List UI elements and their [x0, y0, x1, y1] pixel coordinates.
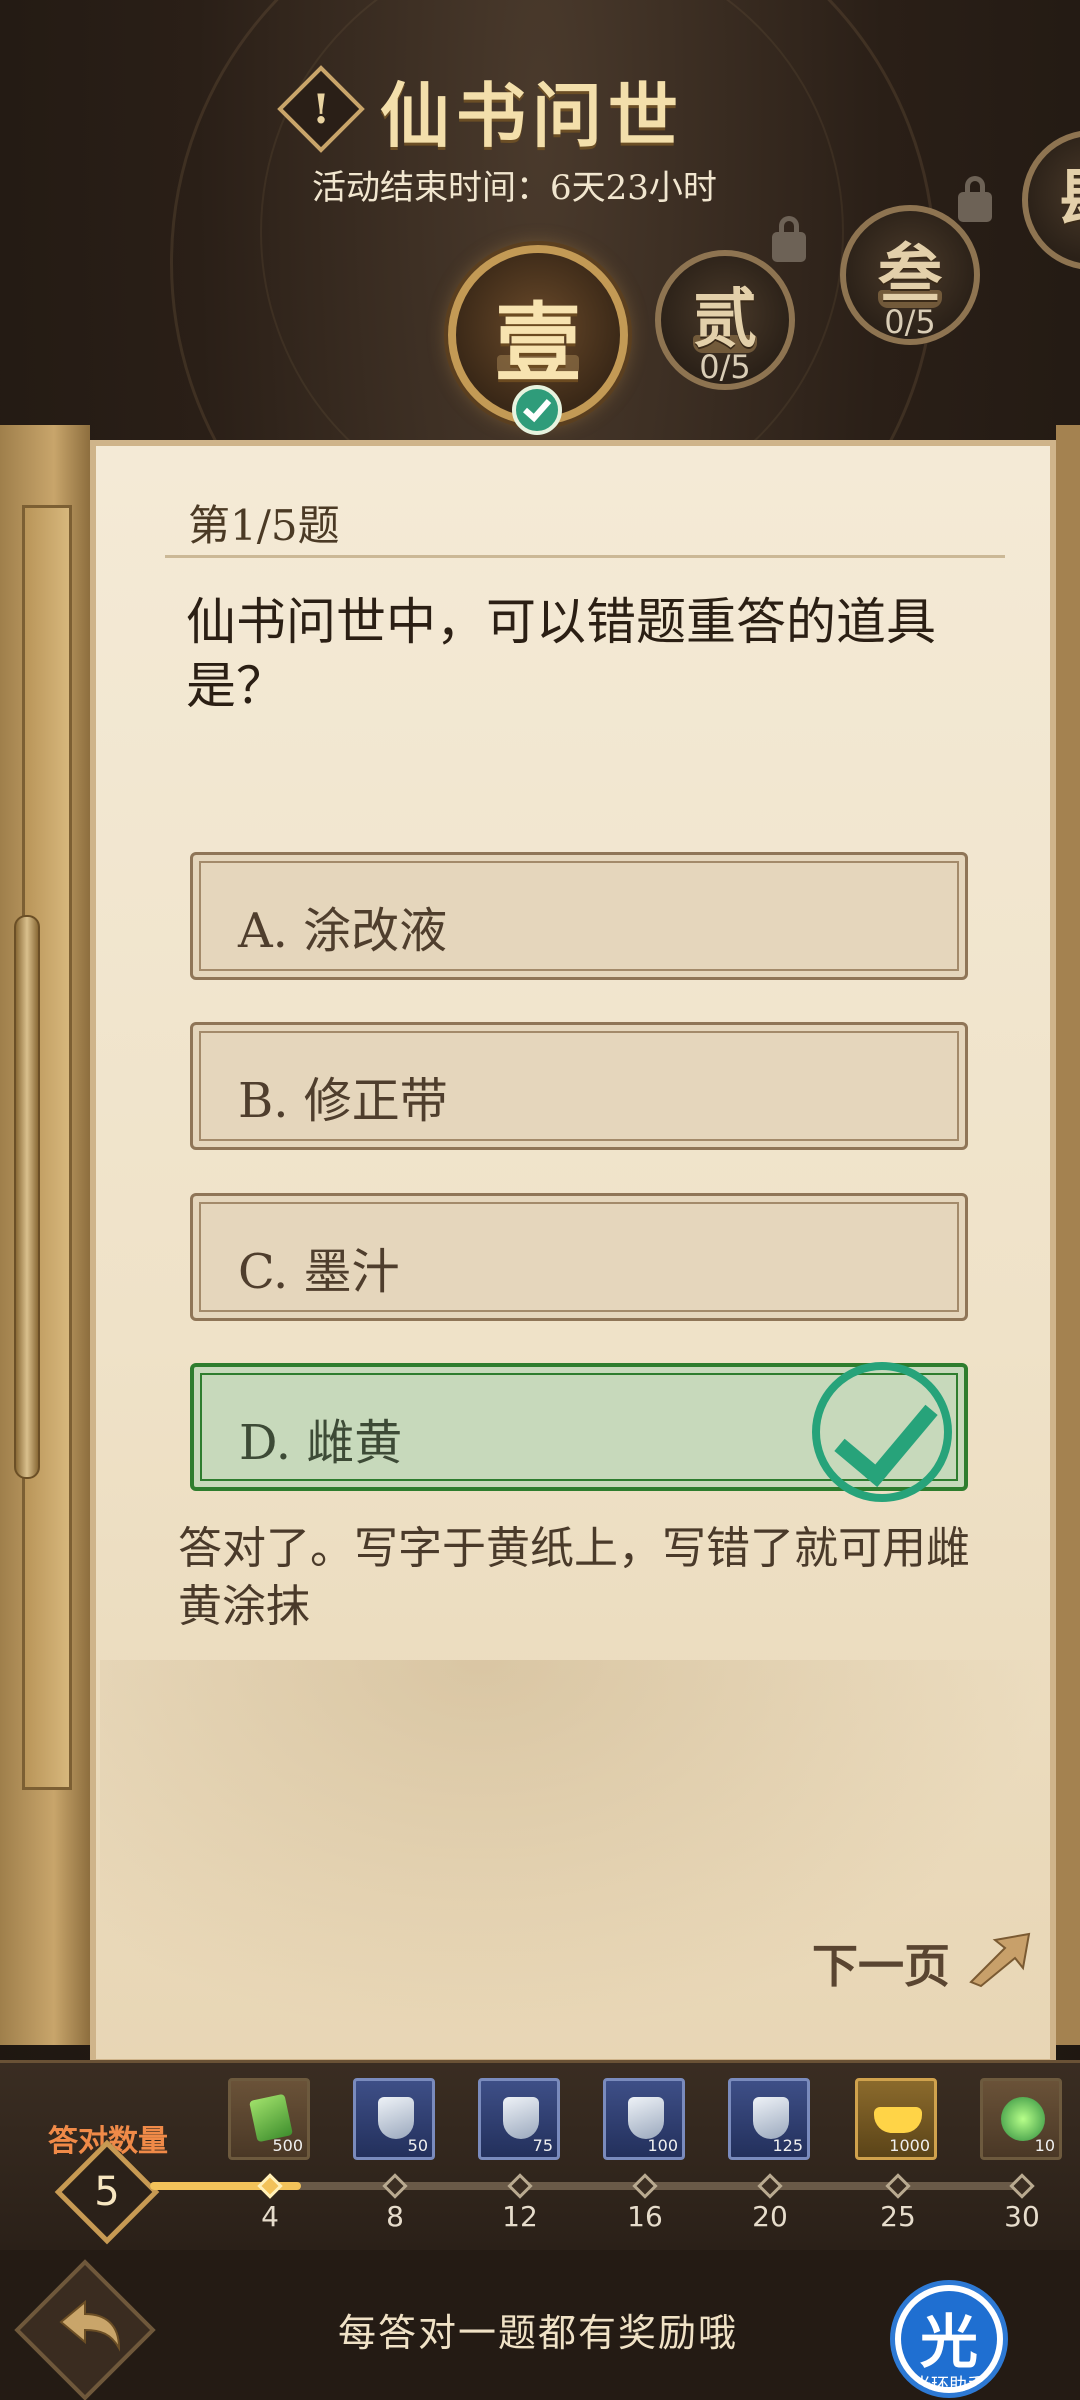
info-icon-glyph: ! — [312, 85, 330, 133]
milestone-label: 20 — [752, 2200, 788, 2233]
right-rail-decoration — [1056, 425, 1080, 2045]
lock-icon — [772, 216, 806, 262]
question-text: 仙书问世中，可以错题重答的道具是？ — [186, 593, 936, 715]
event-end-time: 活动结束时间：6天23小时 — [312, 168, 717, 208]
milestone-label: 4 — [261, 2200, 279, 2233]
quiz-screen: ! 仙书问世 活动结束时间：6天23小时 壹 贰 0/5 叁 0/5 肆 0 第… — [0, 0, 1080, 2400]
milestone-label: 12 — [502, 2200, 538, 2233]
reward-item[interactable]: 1000 — [855, 2078, 937, 2160]
option-label: D. 雌黄 — [239, 1415, 403, 1471]
chapter-3-medallion[interactable]: 叁 0/5 — [840, 205, 980, 345]
reward-item[interactable]: 10 — [980, 2078, 1062, 2160]
chapter-progress: 0/5 — [699, 348, 751, 386]
reward-amount: 75 — [532, 2136, 553, 2155]
divider — [165, 555, 1005, 558]
jade-orb-icon — [1001, 2097, 1045, 2141]
option-label: B. 修正带 — [238, 1073, 448, 1129]
reward-item[interactable]: 125 — [728, 2078, 810, 2160]
answer-explanation: 答对了。写字于黄纸上，写错了就可用雌黄涂抹 — [178, 1523, 970, 1632]
chapter-label: 肆 — [1028, 148, 1080, 240]
correct-check-icon — [812, 1362, 952, 1502]
assistant-float-button[interactable]: 光 光环助手 — [890, 2280, 1008, 2398]
footer-hint: 每答对一题都有奖励哦 — [338, 2311, 739, 2355]
milestone-label: 25 — [880, 2200, 916, 2233]
shield-icon — [378, 2097, 414, 2139]
shield-icon — [628, 2097, 664, 2139]
option-label: C. 墨汁 — [238, 1244, 400, 1300]
option-b-button[interactable]: B. 修正带 — [190, 1022, 968, 1150]
shield-icon — [753, 2097, 789, 2139]
card-bundle-icon — [249, 2093, 293, 2143]
milestone-label: 8 — [386, 2200, 404, 2233]
reward-amount: 1000 — [889, 2136, 930, 2155]
gold-ingot-icon — [874, 2107, 922, 2133]
reward-amount: 500 — [272, 2136, 303, 2155]
reward-item[interactable]: 75 — [478, 2078, 560, 2160]
chapter-label: 贰 — [693, 282, 757, 357]
next-page-button[interactable]: 下一页 — [812, 1930, 950, 1996]
chapter-label: 壹 — [495, 293, 581, 394]
reward-item[interactable]: 100 — [603, 2078, 685, 2160]
lock-icon — [958, 176, 992, 222]
reward-amount: 10 — [1034, 2136, 1055, 2155]
assistant-glyph: 光 — [919, 2308, 978, 2376]
milestone-label: 30 — [1004, 2200, 1040, 2233]
next-arrow-icon[interactable] — [965, 1928, 1035, 1988]
assistant-logo-icon: 光 光环助手 — [901, 2291, 997, 2393]
question-number: 第1/5题 — [188, 501, 340, 550]
reward-amount: 125 — [772, 2136, 803, 2155]
chapter-4-medallion[interactable]: 肆 0 — [1022, 130, 1080, 270]
milestone-label: 16 — [627, 2200, 663, 2233]
chapter-label: 叁 — [878, 237, 942, 312]
scroll-handle[interactable] — [14, 915, 40, 1479]
chapter-progress: 0/5 — [884, 303, 936, 341]
correct-count-value: 5 — [94, 2169, 120, 2215]
reward-amount: 100 — [647, 2136, 678, 2155]
reward-amount: 50 — [407, 2136, 428, 2155]
option-a-button[interactable]: A. 涂改液 — [190, 852, 968, 980]
option-label: A. 涂改液 — [238, 903, 448, 959]
completed-check-icon — [512, 385, 562, 435]
shield-icon — [503, 2097, 539, 2139]
page-title: 仙书问世 — [380, 74, 684, 157]
reward-item[interactable]: 50 — [353, 2078, 435, 2160]
reward-item[interactable]: 500 — [228, 2078, 310, 2160]
chapter-progress: 0 — [1028, 228, 1080, 266]
option-c-button[interactable]: C. 墨汁 — [190, 1193, 968, 1321]
back-arrow-icon — [59, 2299, 121, 2352]
chapter-2-medallion[interactable]: 贰 0/5 — [655, 250, 795, 390]
